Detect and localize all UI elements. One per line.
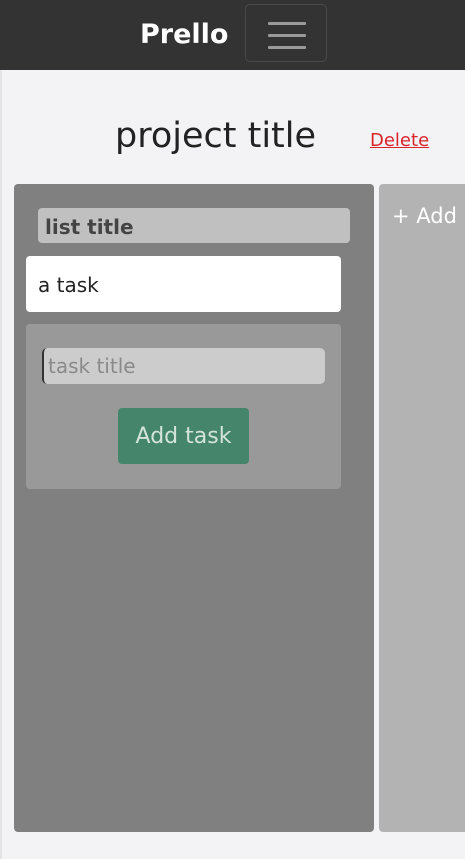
task-card[interactable]: a task: [26, 256, 341, 312]
project-title: project title: [115, 116, 317, 156]
navbar: Prello: [0, 0, 465, 70]
delete-project-link[interactable]: Delete: [370, 130, 429, 152]
hamburger-menu-icon[interactable]: [245, 4, 327, 62]
add-list-column[interactable]: + Add: [379, 184, 465, 832]
list-title[interactable]: list title: [38, 208, 350, 243]
add-task-form: Add task: [26, 324, 341, 489]
page-divider: [0, 70, 2, 859]
add-list-button[interactable]: + Add: [392, 202, 457, 230]
brand-logo[interactable]: Prello: [140, 17, 228, 53]
list-column: list title a task Add task: [14, 184, 374, 832]
task-title-input[interactable]: [42, 348, 325, 384]
add-task-button[interactable]: Add task: [118, 408, 249, 464]
